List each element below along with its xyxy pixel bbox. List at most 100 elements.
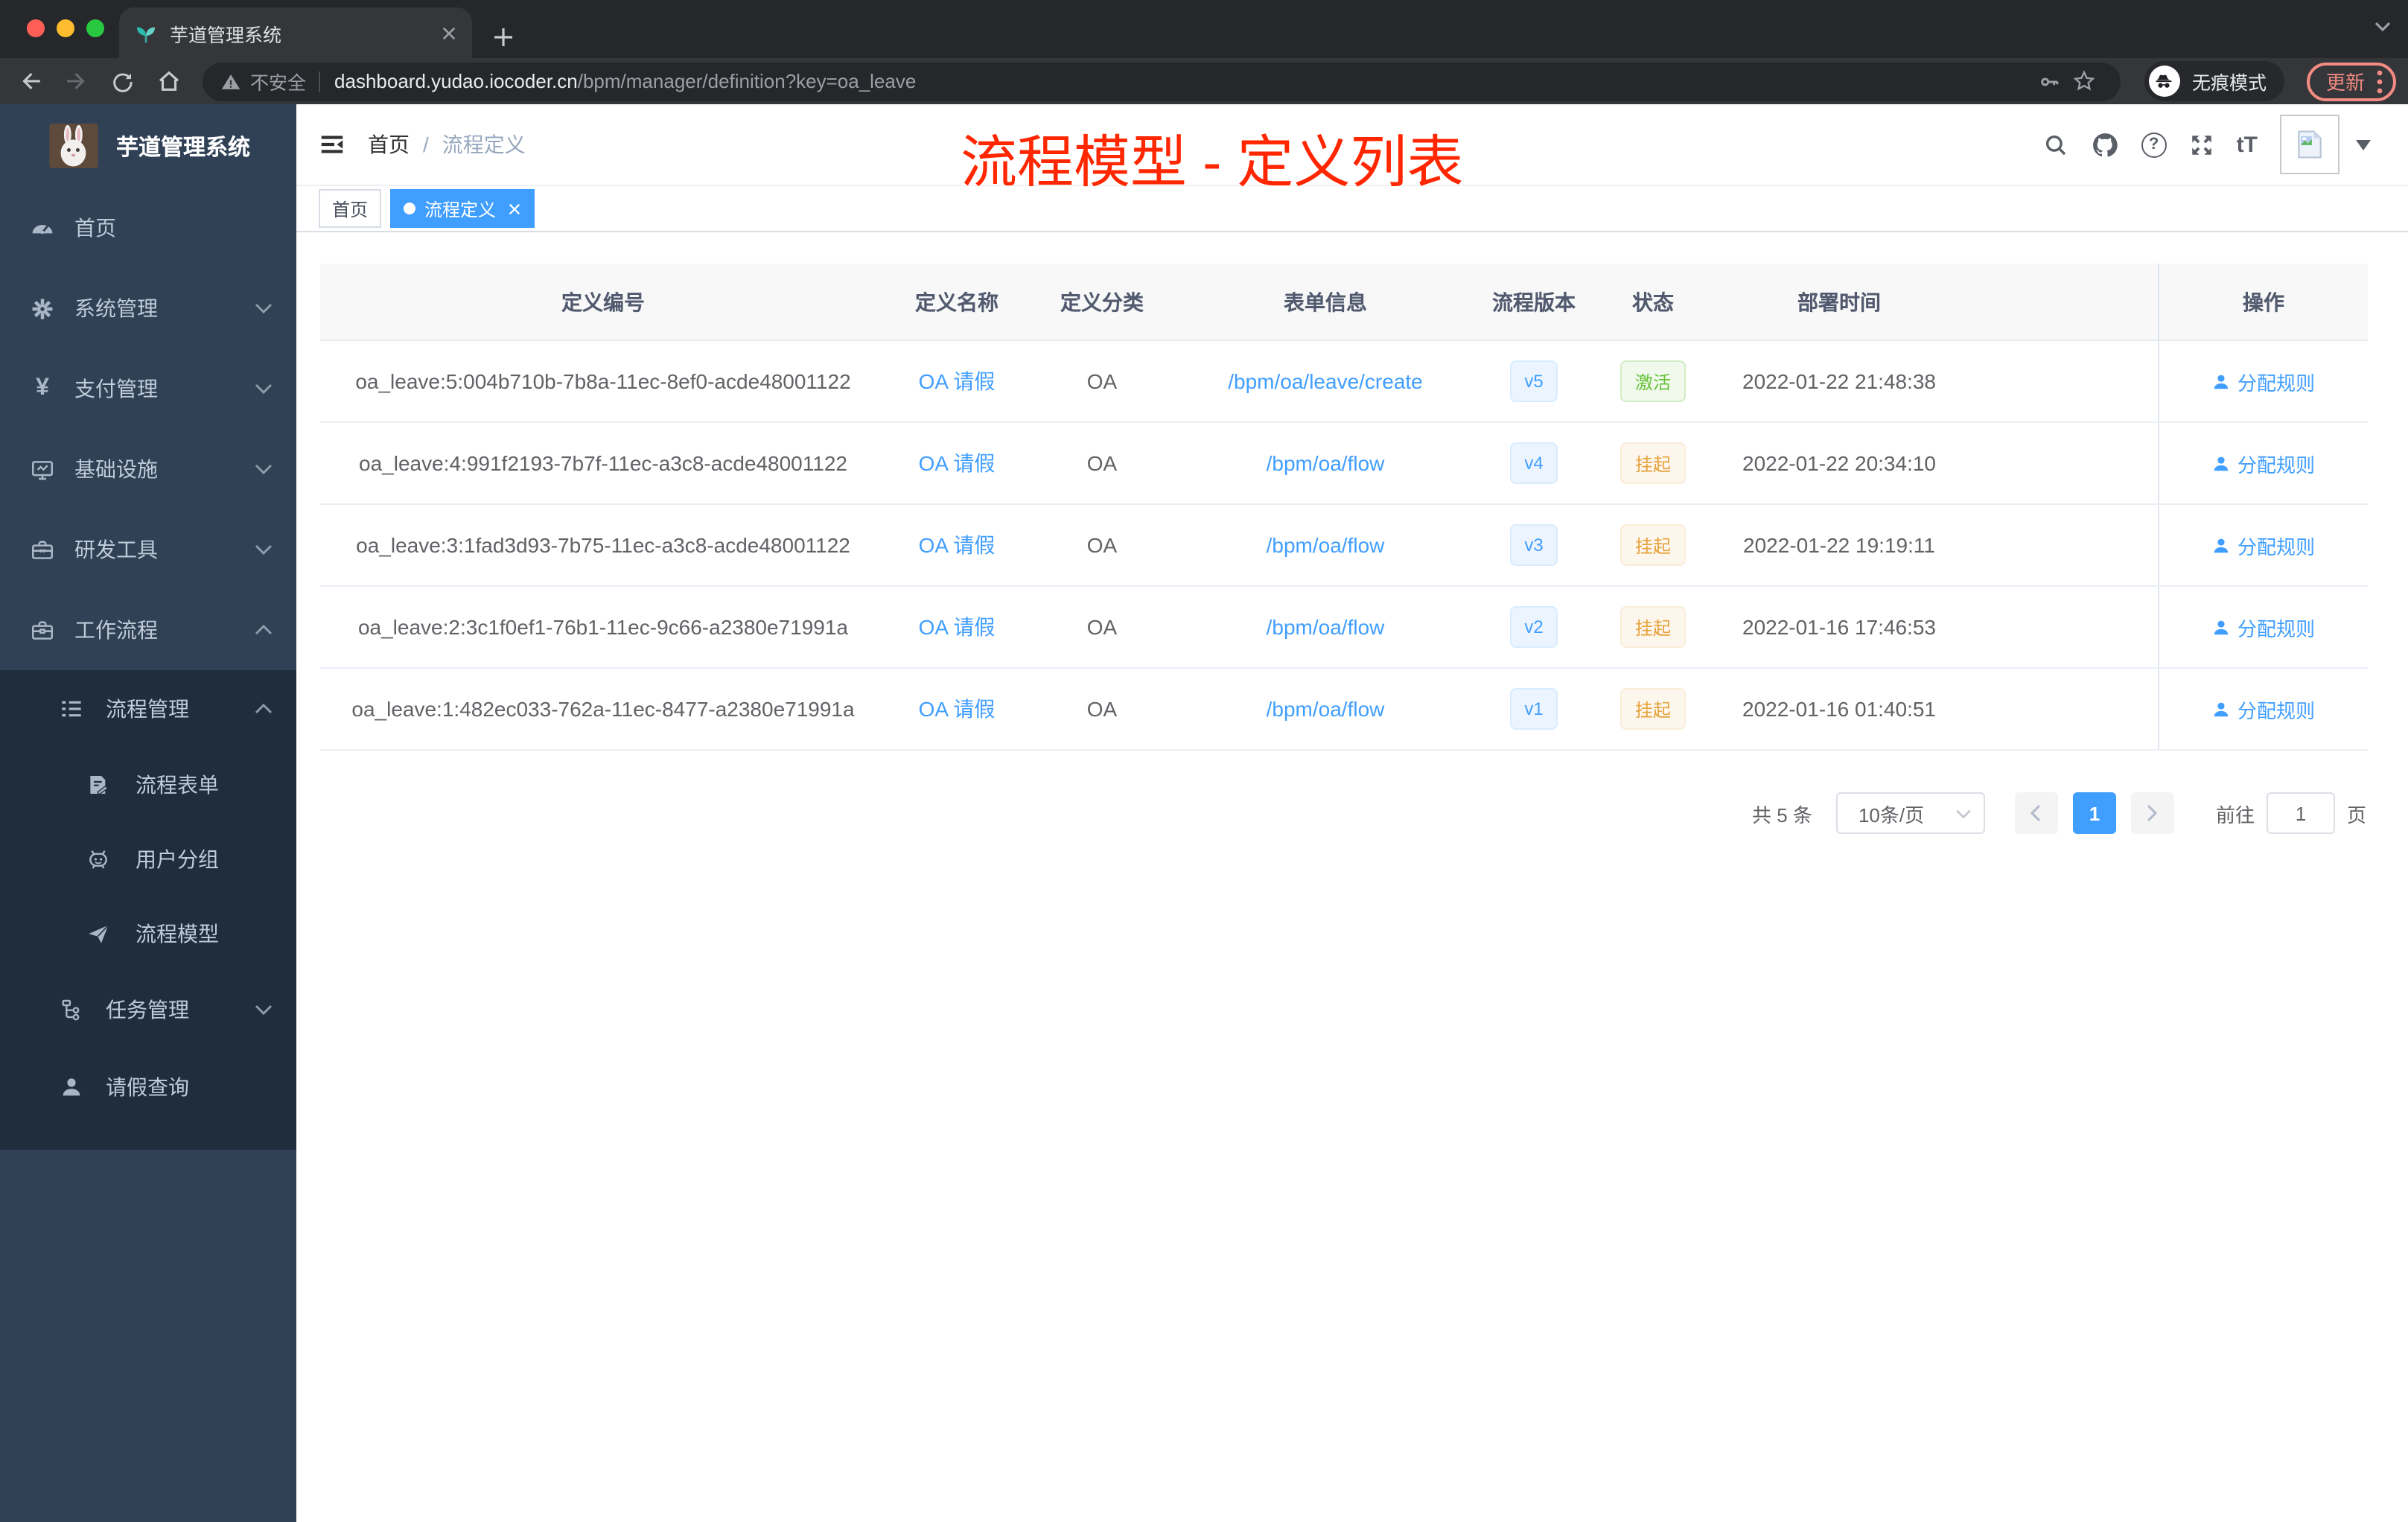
main-content: 首页 / 流程定义 ? tT 首页 流程定义 流程模型 - 定义列表 定义编号 … [296,104,2408,1522]
form-info-link[interactable]: /bpm/oa/leave/create [1228,369,1423,393]
update-label[interactable]: 更新 [2326,67,2365,95]
sidebar-item-task-management[interactable]: 任务管理 [0,971,296,1048]
sidebar-item-devtools[interactable]: 研发工具 [0,509,296,590]
col-header-definition-category: 定义分类 [1060,290,1144,313]
status-tag: 挂起 [1619,442,1686,484]
close-window-button[interactable] [27,19,45,37]
prev-page-button[interactable] [2014,792,2058,834]
version-tag: v4 [1509,442,1558,484]
sidebar-item-leave-query[interactable]: 请假查询 [0,1048,296,1126]
omnibox-separator [318,71,320,92]
address-bar[interactable]: 不安全 dashboard.yudao.iocoder.cn /bpm/mana… [203,62,2121,101]
close-tab-icon[interactable] [441,25,457,41]
next-page-button[interactable] [2130,792,2174,834]
help-icon[interactable]: ? [2141,132,2167,157]
definition-name-link[interactable]: OA 请假 [919,448,996,478]
chevron-down-icon [255,383,273,395]
sidebar-item-payment[interactable]: ¥ 支付管理 [0,348,296,429]
window-controls[interactable] [27,19,104,37]
sidebar-item-process-management[interactable]: 流程管理 [0,670,296,748]
form-info-link[interactable]: /bpm/oa/flow [1267,615,1385,639]
sidebar-item-infrastructure[interactable]: 基础设施 [0,429,296,509]
password-key-icon[interactable] [2031,63,2067,99]
user-icon [58,1075,83,1099]
github-icon[interactable] [2091,130,2119,159]
tab-title: 芋道管理系统 [170,25,282,45]
tag-process-definition[interactable]: 流程定义 [390,189,535,228]
assign-user-icon [2214,456,2229,471]
kebab-menu-icon[interactable] [2377,69,2383,93]
bookmark-star-icon[interactable] [2067,63,2103,99]
logo-rabbit-avatar [49,124,98,168]
assign-rule-link[interactable]: 分配规则 [2212,449,2315,477]
browser-window: 芋道管理系统 不安全 dashboard.yudao.iocoder.cn /b… [0,0,2408,1522]
form-info-link[interactable]: /bpm/oa/flow [1267,533,1385,557]
col-header-status: 状态 [1632,290,1674,313]
deploy-time: 2022-01-22 20:34:10 [1742,451,1936,475]
incognito-label: 无痕模式 [2191,73,2267,94]
sidebar-item-home[interactable]: 首页 [0,188,296,268]
definition-name-link[interactable]: OA 请假 [919,366,996,396]
yen-icon: ¥ [36,375,49,401]
avatar[interactable] [2280,115,2339,174]
sidebar-item-system[interactable]: 系统管理 [0,268,296,348]
security-label[interactable]: 不安全 [250,67,306,95]
dashboard-icon [30,215,55,241]
chevron-up-icon [255,624,273,636]
table-header-row: 定义编号 定义名称 定义分类 表单信息 流程版本 状态 部署时间 操作 [320,264,2368,341]
breadcrumb-home[interactable]: 首页 [368,130,410,159]
back-icon[interactable] [12,63,48,99]
pagination-total: 共 5 条 [1752,803,1812,826]
status-tag: 挂起 [1619,688,1686,730]
reload-icon[interactable] [104,63,140,99]
search-icon[interactable] [2043,132,2068,157]
goto-page-input[interactable] [2266,792,2335,834]
definition-name-link[interactable]: OA 请假 [919,530,996,560]
definition-name-link[interactable]: OA 请假 [919,694,996,724]
briefcase-icon [30,617,55,643]
chevron-down-icon [255,302,273,314]
deploy-time: 2022-01-16 01:40:51 [1742,697,1936,721]
tag-home[interactable]: 首页 [319,189,382,228]
assign-rule-link[interactable]: 分配规则 [2212,695,2315,723]
browser-update-button[interactable]: 更新 [2306,62,2396,101]
new-tab-button[interactable] [493,27,514,48]
tag-close-icon[interactable] [508,202,521,215]
form-edit-icon [86,773,110,797]
sidebar-item-workflow[interactable]: 工作流程 [0,590,296,670]
browser-tab[interactable]: 芋道管理系统 [119,7,472,58]
definition-category: OA [1086,697,1118,721]
table-body: oa_leave:5:004b710b-7b8a-11ec-8ef0-acde4… [320,341,2368,751]
definition-name-link[interactable]: OA 请假 [919,612,996,642]
sidebar-item-user-group[interactable]: 用户分组 [0,822,296,897]
table-row: oa_leave:4:991f2193-7b7f-11ec-a3c8-acde4… [320,423,2368,505]
status-tag: 激活 [1619,360,1686,402]
window-chevron-icon[interactable] [2374,21,2392,33]
assign-user-icon [2214,374,2229,389]
assign-rule-link[interactable]: 分配规则 [2212,531,2315,559]
assign-rule-link[interactable]: 分配规则 [2212,613,2315,641]
page-size-select[interactable]: 10条/页 [1835,792,1985,834]
form-info-link[interactable]: /bpm/oa/flow [1267,451,1385,475]
sidebar-item-process-model[interactable]: 流程模型 [0,897,296,971]
status-tag: 挂起 [1619,606,1686,648]
chevron-down-icon [255,1004,273,1016]
form-info-link[interactable]: /bpm/oa/flow [1267,697,1385,721]
sidebar-logo[interactable]: 芋道管理系统 [0,104,296,188]
sidebar-item-process-form[interactable]: 流程表单 [0,748,296,822]
not-secure-warning-icon[interactable] [220,71,241,92]
font-size-icon[interactable]: tT [2237,132,2258,157]
avatar-caret-icon[interactable] [2356,139,2371,150]
fullscreen-icon[interactable] [2189,132,2214,157]
col-header-definition-name: 定义名称 [915,290,998,313]
chevron-down-icon [255,544,273,555]
assign-rule-link[interactable]: 分配规则 [2212,367,2315,395]
definition-id: oa_leave:1:482ec033-762a-11ec-8477-a2380… [351,697,855,721]
forward-icon[interactable] [58,63,94,99]
definition-id: oa_leave:3:1fad3d93-7b75-11ec-a3c8-acde4… [356,533,850,557]
maximize-window-button[interactable] [86,19,104,37]
page-number-button[interactable]: 1 [2072,792,2116,834]
minimize-window-button[interactable] [57,19,74,37]
home-icon[interactable] [150,63,186,99]
sidebar-toggle-hamburger-icon[interactable] [296,131,368,158]
